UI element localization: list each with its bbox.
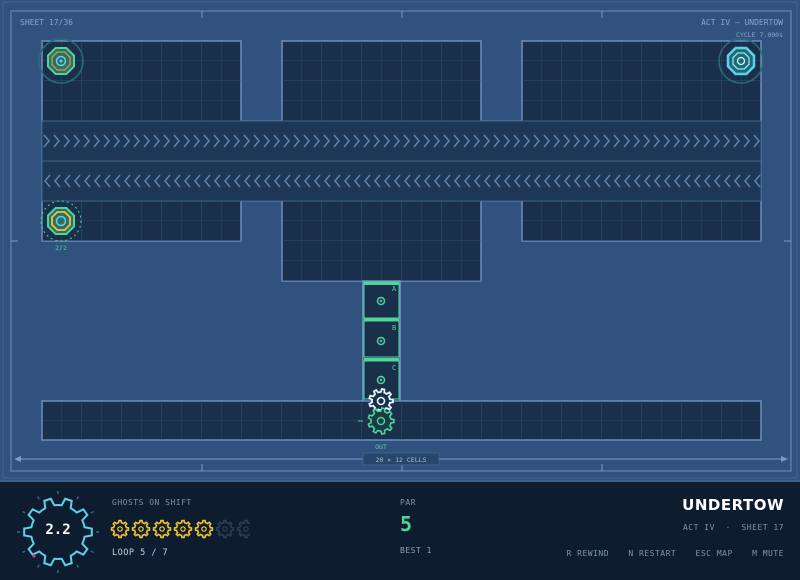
grid-dimensions-label: 20 × 12 CELLS (376, 456, 427, 464)
floor-plan (41, 40, 762, 441)
ghost-slot-active-icon (131, 519, 151, 539)
gate-b-label: B (392, 324, 396, 332)
ghost-slots (110, 519, 250, 539)
level-title: UNDERTOW (682, 496, 784, 514)
conveyor-left (41, 160, 762, 202)
act-label: ACT IV — UNDERTOW (701, 18, 783, 27)
key-hints: R REWIND N RESTART ESC MAP M MUTE (553, 549, 785, 558)
map-key-hint[interactable]: ESC MAP (696, 549, 733, 558)
rewind-key-hint[interactable]: R REWIND (567, 549, 610, 558)
level-subtitle: ACT IV · SHEET 17 (682, 523, 784, 532)
ghost-slot-active-icon (194, 519, 214, 539)
mute-key-hint[interactable]: M MUTE (752, 549, 784, 558)
out-label: OUT (375, 443, 387, 451)
sheet-label: SHEET 17/36 (20, 18, 73, 27)
timer-value: 2.2 (45, 522, 71, 538)
par-value: 5 (400, 512, 413, 536)
ghost-slot-active-icon (152, 519, 172, 539)
ghost-slot-empty-icon (236, 519, 250, 539)
par-label: PAR (400, 498, 416, 507)
ghost-slot-active-icon (110, 519, 130, 539)
best-score: BEST 1 (400, 546, 432, 555)
spawn-counter: 2/2 (55, 244, 67, 252)
ghost-slot-active-icon (173, 519, 193, 539)
gate-c-label: C (392, 364, 396, 372)
restart-key-hint[interactable]: N RESTART (628, 549, 676, 558)
ghosts-label: GHOSTS ON SHIFT (112, 498, 192, 507)
cycle-label: CYCLE 7.000s (736, 31, 783, 39)
conveyor-right (41, 120, 762, 162)
ghost-slot-empty-icon (215, 519, 235, 539)
hud-panel: 2.2 GHOSTS ON SHIFT LOOP 5 / 7 PAR 5 BES… (0, 480, 800, 580)
loop-counter: LOOP 5 / 7 (112, 548, 169, 558)
game-board: A B C SHEET 17/36 ACT IV — UNDERTOW CYCL… (2, 1, 798, 479)
